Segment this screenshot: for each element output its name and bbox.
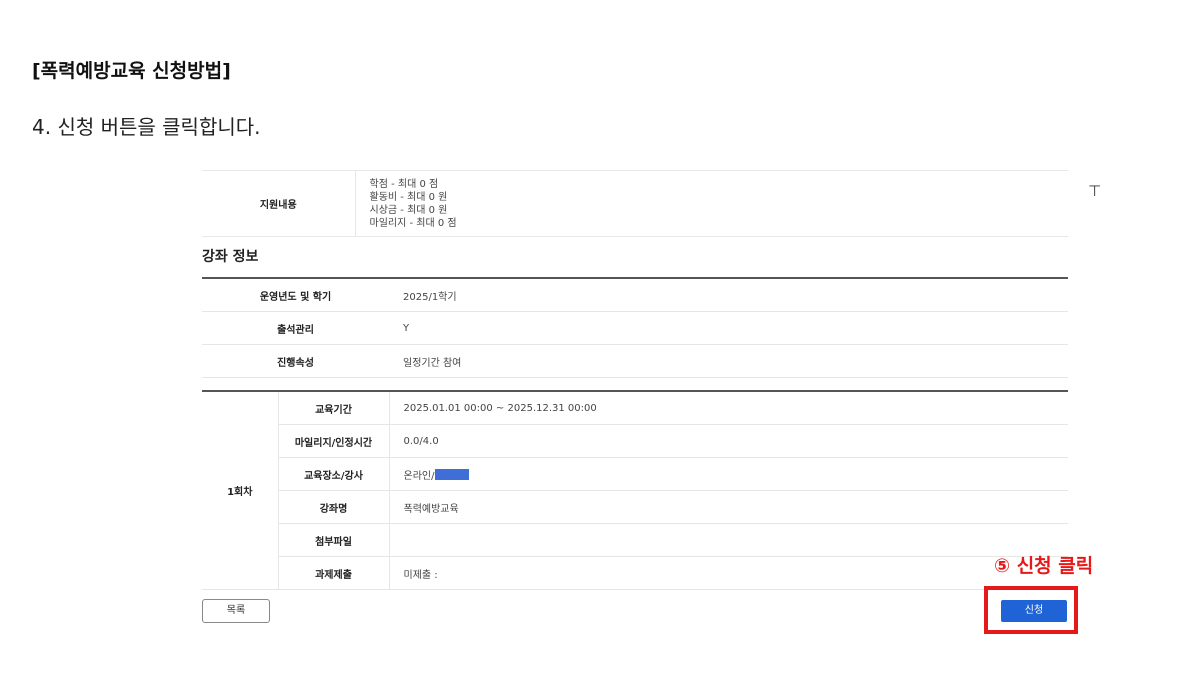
scroll-top-icon[interactable]: ⊤: [1088, 182, 1101, 200]
session-name: 1회차: [202, 391, 279, 590]
session-label-course-name: 강좌명: [278, 490, 390, 524]
session-value-period: 2025.01.01 00:00 ~ 2025.12.31 00:00: [389, 391, 1068, 425]
info-label-progress: 진행속성: [202, 344, 389, 378]
info-value-term: 2025/1학기: [389, 278, 1068, 312]
table-row: 첨부파일: [202, 523, 1068, 557]
course-detail-screenshot: 지원내용 학점 - 최대 0 점 활동비 - 최대 0 원 시상금 - 최대 0…: [202, 170, 1068, 590]
course-section-title: 강좌 정보: [202, 249, 259, 265]
session-value-assignment: 미제출 :: [389, 556, 1068, 590]
table-row: 운영년도 및 학기 2025/1학기: [202, 278, 1068, 312]
info-label-term: 운영년도 및 학기: [202, 278, 389, 312]
table-row: 강좌명 폭력예방교육: [202, 490, 1068, 524]
info-value-attendance: Y: [389, 311, 1068, 345]
course-info-table: 운영년도 및 학기 2025/1학기 출석관리 Y 진행속성 일정기간 참여: [202, 277, 1068, 378]
table-row: 1회차 교육기간 2025.01.01 00:00 ~ 2025.12.31 0…: [202, 391, 1068, 590]
session-value-place-cell: 온라인/: [389, 457, 1068, 491]
step-instruction: 4. 신청 버튼을 클릭합니다.: [32, 115, 261, 139]
info-label-attendance: 출석관리: [202, 311, 389, 345]
session-label-mileage: 마일리지/인정시간: [278, 424, 390, 458]
masked-instructor-name: [435, 468, 470, 480]
document-title: [폭력예방교육 신청방법]: [32, 60, 231, 82]
support-line: 시상금 - 최대 0 원: [369, 205, 448, 216]
apply-highlight-box: [984, 586, 1078, 634]
table-row: 진행속성 일정기간 참여: [202, 344, 1068, 378]
session-label-attachment: 첨부파일: [278, 523, 390, 557]
session-label-place: 교육장소/강사: [278, 457, 390, 491]
table-row: 출석관리 Y: [202, 311, 1068, 345]
session-value-mileage: 0.0/4.0: [389, 424, 1068, 458]
session-value-place: 온라인/: [403, 470, 435, 482]
table-row: 과제제출 미제출 :: [202, 556, 1068, 590]
support-line: 활동비 - 최대 0 원: [369, 192, 448, 203]
support-line: 마일리지 - 최대 0 점: [369, 218, 457, 229]
support-table: 지원내용 학점 - 최대 0 점 활동비 - 최대 0 원 시상금 - 최대 0…: [202, 170, 1068, 237]
support-values: 학점 - 최대 0 점 활동비 - 최대 0 원 시상금 - 최대 0 원 마일…: [355, 170, 1068, 237]
apply-callout-label: ⑤ 신청 클릭: [994, 555, 1094, 577]
session-value-attachment: [389, 523, 1068, 557]
table-row: 마일리지/인정시간 0.0/4.0: [202, 424, 1068, 458]
session-label-period: 교육기간: [278, 391, 390, 425]
list-button[interactable]: 목록: [202, 599, 270, 623]
session-table: 1회차 교육기간 2025.01.01 00:00 ~ 2025.12.31 0…: [202, 390, 1068, 590]
session-value-course-name: 폭력예방교육: [389, 490, 1068, 524]
info-value-progress: 일정기간 참여: [389, 344, 1068, 378]
support-line: 학점 - 최대 0 점: [369, 179, 439, 190]
support-label: 지원내용: [202, 170, 356, 237]
table-row: 교육장소/강사 온라인/: [202, 457, 1068, 491]
session-label-assignment: 과제제출: [278, 556, 390, 590]
